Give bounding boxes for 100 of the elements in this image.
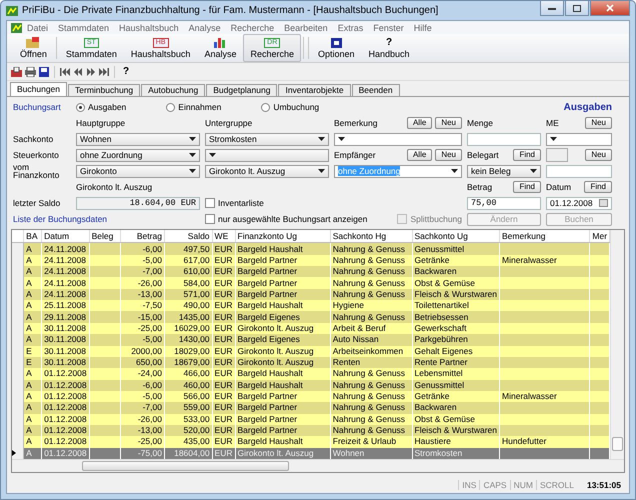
- small-button[interactable]: Neu: [435, 117, 462, 129]
- checkbox[interactable]: nur ausgewählte Buchungsart anzeigen: [205, 214, 368, 224]
- table-cell: Nahrung & Genuss: [330, 311, 412, 323]
- field-label: ME: [546, 118, 559, 128]
- caret-icon: [451, 169, 458, 173]
- menu-item[interactable]: Fenster: [368, 22, 409, 32]
- column-header[interactable]: Beleg: [89, 230, 121, 243]
- vertical-scrollbar[interactable]: [610, 230, 624, 459]
- table-cell: Bargeld Haushalt: [235, 380, 330, 391]
- table-cell: Mineralwasser: [502, 254, 557, 265]
- tab[interactable]: Terminbuchung: [68, 84, 140, 96]
- small-button[interactable]: Find: [513, 149, 541, 161]
- table-cell: A: [24, 300, 42, 312]
- table-cell: Bargeld Partner: [235, 414, 330, 425]
- combo-box[interactable]: [334, 132, 462, 146]
- first-record-icon[interactable]: [60, 68, 70, 76]
- table-cell: -7,00: [120, 402, 164, 414]
- combo-box[interactable]: Girokonto lt. Auszug: [205, 164, 329, 178]
- table-cell: Nahrung & Genuss: [330, 402, 412, 414]
- tab[interactable]: Autobuchung: [141, 84, 206, 96]
- small-button[interactable]: Neu: [585, 149, 612, 161]
- menu-item[interactable]: Stammdaten: [53, 22, 114, 32]
- column-header[interactable]: BA: [24, 230, 42, 243]
- radio-button[interactable]: Umbuchung: [261, 102, 320, 112]
- small-button[interactable]: Alle: [406, 117, 432, 129]
- table-cell: Girokonto lt. Auszug: [235, 448, 330, 459]
- table-cell: Obst & Gemüse: [412, 277, 500, 289]
- list-label: Liste der Buchungsdaten: [13, 214, 108, 224]
- radio-button[interactable]: Ausgaben: [76, 102, 126, 112]
- combo-box[interactable]: Wohnen: [76, 132, 200, 146]
- combo-box[interactable]: ohne Zuordnung: [76, 148, 200, 162]
- checkbox[interactable]: Inventarliste: [205, 198, 329, 208]
- small-button[interactable]: Find: [513, 181, 541, 193]
- menu-item[interactable]: Extras: [332, 22, 368, 32]
- radio-button[interactable]: Einnahmen: [166, 102, 222, 112]
- horizontal-scrollbar[interactable]: [12, 459, 624, 472]
- tab[interactable]: Buchungen: [10, 82, 68, 96]
- date-field[interactable]: 01.12.2008: [546, 196, 612, 210]
- column-header[interactable]: Datum: [42, 230, 90, 243]
- table-cell: 30.11.2008: [42, 334, 90, 346]
- table-cell: Getränke: [412, 390, 500, 402]
- column-header[interactable]: Sachkonto Ug: [412, 230, 500, 243]
- toolbar-button[interactable]: Öffnen: [13, 34, 54, 62]
- menu-item[interactable]: Bearbeiten: [279, 22, 333, 32]
- field-label: Datum: [546, 182, 572, 192]
- table-cell: Hygiene: [330, 300, 412, 312]
- column-header[interactable]: Mer: [590, 230, 610, 243]
- column-header[interactable]: Betrag: [120, 230, 164, 243]
- small-button[interactable]: Find: [584, 181, 612, 193]
- column-header[interactable]: Finanzkonto Ug: [235, 230, 330, 243]
- menu-item[interactable]: Analyse: [184, 22, 226, 32]
- column-header[interactable]: Saldo: [164, 230, 212, 243]
- input-field[interactable]: [467, 132, 541, 146]
- input-field[interactable]: [546, 164, 612, 178]
- maximize-button[interactable]: [565, 1, 589, 16]
- combo-box[interactable]: [205, 148, 329, 162]
- combo-box[interactable]: [546, 132, 612, 146]
- table-cell: 01.12.2008: [42, 402, 90, 414]
- menu-item[interactable]: Haushaltsbuch: [114, 22, 184, 32]
- save-icon[interactable]: [39, 66, 49, 76]
- printer-icon[interactable]: [25, 66, 36, 76]
- small-button[interactable]: Alle: [406, 149, 432, 161]
- minimize-button[interactable]: [540, 1, 564, 16]
- input-field[interactable]: [546, 148, 568, 162]
- help-button[interactable]: ?: [120, 66, 132, 77]
- table-cell: Nahrung & Genuss: [330, 288, 412, 300]
- small-button[interactable]: Neu: [585, 117, 612, 129]
- tab[interactable]: Beenden: [352, 84, 400, 96]
- menu-item[interactable]: Datei: [22, 22, 54, 32]
- combo-box[interactable]: Stromkosten: [205, 132, 329, 146]
- field-label: Betrag: [467, 182, 492, 192]
- table-cell: Bargeld Eigenes: [235, 311, 330, 323]
- table-cell: 29.11.2008: [42, 311, 90, 323]
- table-cell: Betriebsessen: [412, 311, 500, 323]
- caret-icon: [209, 153, 216, 157]
- combo-box[interactable]: kein Beleg: [467, 164, 541, 178]
- column-header[interactable]: Sachkonto Hg: [330, 230, 412, 243]
- table-cell: EUR: [212, 311, 235, 323]
- toolbar-button[interactable]: Optionen: [311, 34, 362, 62]
- combo-box[interactable]: Girokonto: [76, 164, 200, 178]
- menu-item[interactable]: Recherche: [226, 22, 280, 32]
- table-cell: 610,00: [164, 266, 212, 278]
- table-cell: Nahrung & Genuss: [330, 414, 412, 425]
- tab[interactable]: Inventarobjekte: [278, 84, 351, 96]
- export-icon[interactable]: [11, 66, 22, 76]
- previous-record-icon[interactable]: [73, 68, 83, 76]
- toolbar-button[interactable]: ? Handbuch: [362, 34, 417, 62]
- table-cell: Freizeit & Urlaub: [330, 436, 412, 448]
- column-header[interactable]: Bemerkung: [500, 230, 590, 243]
- toolbar-button[interactable]: Analyse: [197, 34, 244, 62]
- small-button[interactable]: Neu: [435, 149, 462, 161]
- maximize-icon: [573, 4, 581, 12]
- next-record-icon[interactable]: [86, 68, 96, 76]
- tab[interactable]: Budgetplanung: [206, 84, 278, 96]
- column-header[interactable]: WE: [212, 230, 235, 243]
- menu-item[interactable]: Hilfe: [408, 22, 437, 32]
- amount-field[interactable]: 75,00: [467, 196, 541, 210]
- close-button[interactable]: [590, 1, 630, 16]
- table-cell: Nahrung & Genuss: [330, 242, 412, 255]
- last-record-icon[interactable]: [99, 68, 109, 76]
